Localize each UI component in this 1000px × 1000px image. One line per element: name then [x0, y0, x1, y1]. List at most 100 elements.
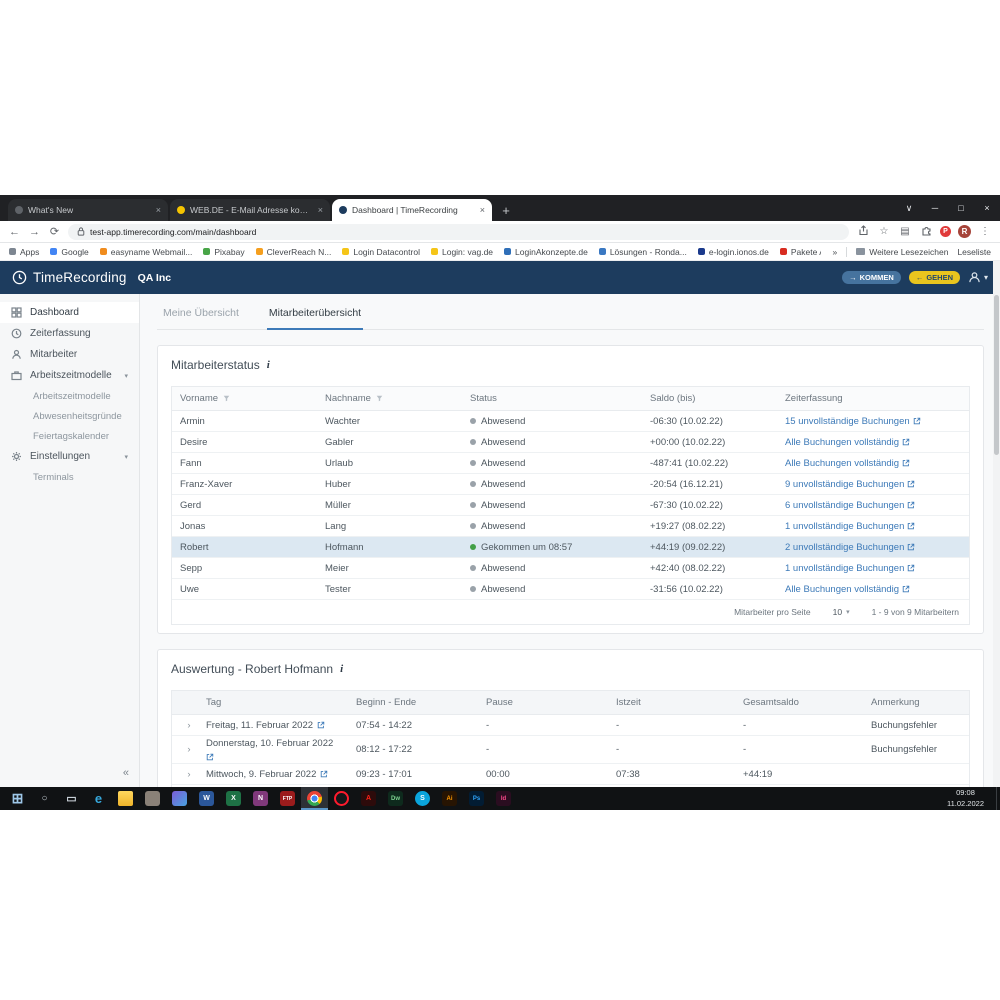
- bookings-link[interactable]: Alle Buchungen vollständig: [785, 458, 910, 469]
- bookmark-item[interactable]: LoginAkonzepte.de: [504, 247, 588, 257]
- tab-search-icon[interactable]: ∨: [896, 195, 922, 221]
- reading-list-icon[interactable]: ▤: [898, 226, 912, 237]
- new-tab-button[interactable]: +: [494, 199, 518, 221]
- sidebar-item-zeiterfassung[interactable]: Zeiterfassung: [0, 323, 139, 344]
- bookmark-item[interactable]: Apps: [9, 247, 39, 257]
- chrome-icon[interactable]: [301, 787, 328, 810]
- url-field[interactable]: test-app.timerecording.com/main/dashboar…: [68, 224, 849, 240]
- bookmarks-overflow-icon[interactable]: »: [832, 247, 837, 257]
- employee-row[interactable]: Robert Hofmann Gekommen um 08:57 +44:19 …: [172, 537, 969, 558]
- sidebar-item-abwesenheitsgruende[interactable]: Abwesenheitsgründe: [0, 406, 139, 426]
- column-beginn-ende[interactable]: Beginn - Ende: [348, 691, 478, 714]
- task-view-icon[interactable]: ▭: [58, 787, 85, 810]
- employee-row[interactable]: Desire Gabler Abwesend +00:00 (10.02.22)…: [172, 432, 969, 453]
- filter-icon[interactable]: [223, 395, 230, 402]
- column-status[interactable]: Status: [462, 387, 642, 410]
- external-link-icon[interactable]: [320, 770, 328, 778]
- edge-icon[interactable]: e: [85, 787, 112, 810]
- column-nachname[interactable]: Nachname: [317, 387, 462, 410]
- per-page-select[interactable]: 10 ▾: [833, 607, 850, 617]
- browser-tab-dashboard[interactable]: Dashboard | TimeRecording ×: [332, 199, 492, 221]
- filezilla-icon[interactable]: FTP: [274, 787, 301, 810]
- report-row[interactable]: › Donnerstag, 10. Februar 2022 08:12 - 1…: [172, 736, 969, 764]
- user-menu[interactable]: ▾: [968, 271, 988, 284]
- back-icon[interactable]: ←: [8, 226, 21, 238]
- taskbar-clock[interactable]: 09:08 11.02.2022: [935, 788, 996, 808]
- sidebar-item-feiertagskalender[interactable]: Feiertagskalender: [0, 426, 139, 446]
- maximize-icon[interactable]: □: [948, 195, 974, 221]
- sidebar-collapse-button[interactable]: «: [123, 767, 129, 779]
- photoshop-icon[interactable]: Ps: [463, 787, 490, 810]
- bookings-link[interactable]: 2 unvollständige Buchungen: [785, 542, 915, 553]
- bookings-link[interactable]: 9 unvollständige Buchungen: [785, 479, 915, 490]
- employee-row[interactable]: Franz-Xaver Huber Abwesend -20:54 (16.12…: [172, 474, 969, 495]
- column-saldo[interactable]: Saldo (bis): [642, 387, 777, 410]
- tab-close-icon[interactable]: ×: [477, 205, 485, 215]
- browser-tab-webde[interactable]: WEB.DE - E-Mail Adresse koste... ×: [170, 199, 330, 221]
- illustrator-icon[interactable]: Ai: [436, 787, 463, 810]
- sidebar-item-mitarbeiter[interactable]: Mitarbeiter: [0, 344, 139, 365]
- close-icon[interactable]: ×: [974, 195, 1000, 221]
- employee-row[interactable]: Sepp Meier Abwesend +42:40 (08.02.22) 1 …: [172, 558, 969, 579]
- row-expander-icon[interactable]: ›: [172, 742, 198, 757]
- bookings-link[interactable]: Alle Buchungen vollständig: [785, 437, 910, 448]
- windows-start-icon[interactable]: ⊞: [4, 787, 31, 810]
- page-scrollbar[interactable]: [993, 261, 1000, 787]
- dreamweaver-icon[interactable]: Dw: [382, 787, 409, 810]
- column-zeiterfassung[interactable]: Zeiterfassung: [777, 387, 969, 410]
- bookings-link[interactable]: 15 unvollständige Buchungen: [785, 416, 921, 427]
- report-row[interactable]: › Freitag, 11. Februar 2022 07:54 - 14:2…: [172, 715, 969, 736]
- bookings-link[interactable]: 6 unvollständige Buchungen: [785, 500, 915, 511]
- opera-icon[interactable]: [328, 787, 355, 810]
- tab-close-icon[interactable]: ×: [153, 205, 161, 215]
- sidebar-item-arbeitszeitmodelle[interactable]: Arbeitszeitmodelle ▾: [0, 365, 139, 386]
- extensions-icon[interactable]: [919, 225, 933, 239]
- scrollbar-thumb[interactable]: [994, 295, 999, 455]
- column-vorname[interactable]: Vorname: [172, 387, 317, 410]
- share-icon[interactable]: [856, 225, 870, 239]
- bookmark-star-icon[interactable]: ☆: [877, 226, 891, 237]
- sidebar-item-terminals[interactable]: Terminals: [0, 467, 139, 487]
- column-pause[interactable]: Pause: [478, 691, 608, 714]
- excel-icon[interactable]: X: [220, 787, 247, 810]
- filter-icon[interactable]: [376, 395, 383, 402]
- bookmark-item[interactable]: Lösungen - Ronda...: [599, 247, 687, 257]
- forward-icon[interactable]: →: [28, 226, 41, 238]
- bookings-link[interactable]: Alle Buchungen vollständig: [785, 584, 910, 595]
- employee-row[interactable]: Uwe Tester Abwesend -31:56 (10.02.22) Al…: [172, 579, 969, 600]
- bookmark-item[interactable]: Login Datacontrol: [342, 247, 420, 257]
- bookings-link[interactable]: 1 unvollständige Buchungen: [785, 521, 915, 532]
- bookmark-item[interactable]: easyname Webmail...: [100, 247, 193, 257]
- sidebar-item-arbeitszeitmodelle-sub[interactable]: Arbeitszeitmodelle: [0, 386, 139, 406]
- sidebar-item-einstellungen[interactable]: Einstellungen ▾: [0, 446, 139, 467]
- column-anmerkung[interactable]: Anmerkung: [863, 691, 969, 714]
- report-row[interactable]: › Mittwoch, 9. Februar 2022 09:23 - 17:0…: [172, 764, 969, 785]
- browser-tab-whats-new[interactable]: What's New ×: [8, 199, 168, 221]
- acrobat-icon[interactable]: A: [355, 787, 382, 810]
- indesign-icon[interactable]: Id: [490, 787, 517, 810]
- bookmark-item[interactable]: Pakete A1 Digitali...: [780, 247, 822, 257]
- bookmark-item[interactable]: Login: vag.de: [431, 247, 493, 257]
- search-icon[interactable]: ○: [31, 787, 58, 810]
- reading-list-button[interactable]: Leseliste: [957, 247, 991, 257]
- external-link-icon[interactable]: [206, 753, 214, 761]
- browser-menu-icon[interactable]: ⋮: [978, 226, 992, 237]
- bookmark-item[interactable]: e-login.ionos.de: [698, 247, 769, 257]
- external-link-icon[interactable]: [317, 721, 325, 729]
- skype-icon[interactable]: S: [409, 787, 436, 810]
- onenote-icon[interactable]: N: [247, 787, 274, 810]
- column-tag[interactable]: Tag: [198, 691, 348, 714]
- gimp-icon[interactable]: [139, 787, 166, 810]
- bookmark-item[interactable]: Pixabay: [203, 247, 244, 257]
- employee-row[interactable]: Armin Wachter Abwesend -06:30 (10.02.22)…: [172, 411, 969, 432]
- profile-avatar[interactable]: R: [958, 225, 971, 238]
- tab-mitarbeiteruebersicht[interactable]: Mitarbeiterübersicht: [267, 307, 363, 330]
- tab-close-icon[interactable]: ×: [315, 205, 323, 215]
- word-icon[interactable]: W: [193, 787, 220, 810]
- minimize-icon[interactable]: ─: [922, 195, 948, 221]
- column-istzeit[interactable]: Istzeit: [608, 691, 735, 714]
- pinterest-icon[interactable]: P: [940, 226, 951, 237]
- app-logo[interactable]: TimeRecording: [12, 270, 127, 285]
- row-expander-icon[interactable]: ›: [172, 718, 198, 733]
- other-bookmarks-button[interactable]: Weitere Lesezeichen: [856, 247, 948, 257]
